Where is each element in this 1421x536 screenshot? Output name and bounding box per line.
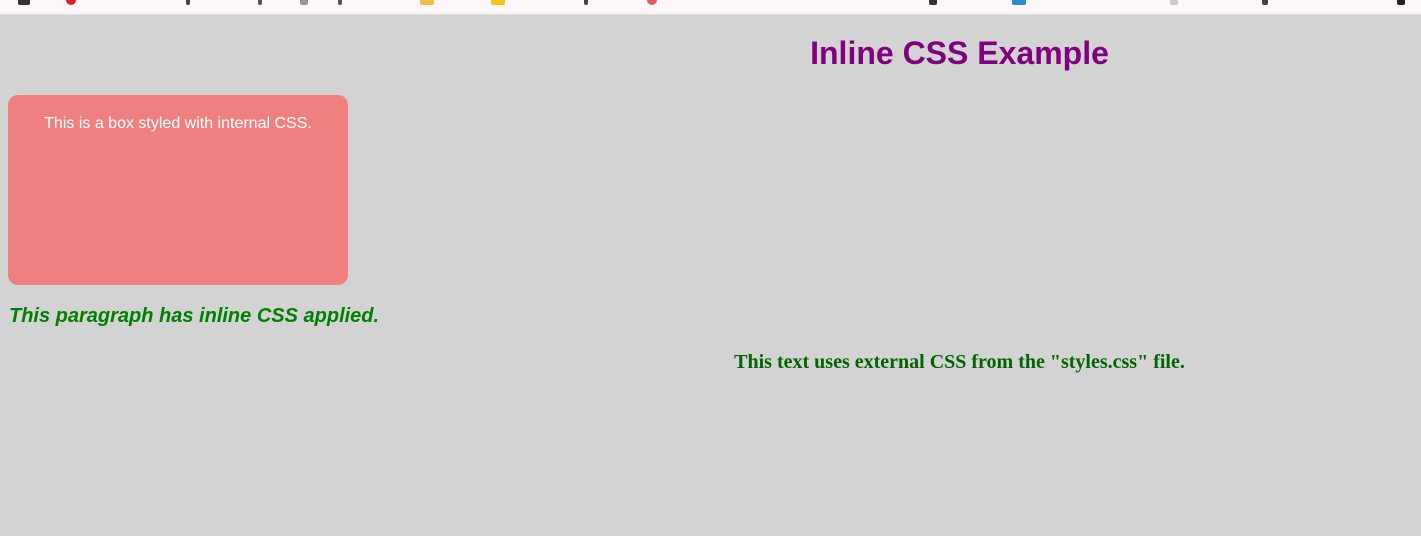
pinterest-icon[interactable] <box>66 0 76 5</box>
folder-icon[interactable] <box>491 0 505 5</box>
bookmark-icon[interactable] <box>186 0 190 5</box>
internal-css-box-text: This is a box styled with internal CSS. <box>44 115 312 132</box>
bookmark-icon[interactable] <box>1262 0 1268 5</box>
page-heading: Inline CSS Example <box>810 35 1109 71</box>
external-css-paragraph: This text uses external CSS from the "st… <box>734 351 1185 373</box>
bookmark-icon[interactable] <box>1012 0 1026 5</box>
bookmarks-bar <box>0 0 1421 15</box>
bookmark-icon[interactable] <box>258 0 262 5</box>
inline-css-paragraph: This paragraph has inline CSS applied. <box>9 305 380 327</box>
bookmark-icon[interactable] <box>1397 0 1405 5</box>
bookmark-icon[interactable] <box>338 0 342 5</box>
bookmark-icon[interactable] <box>1170 0 1178 5</box>
apps-icon[interactable] <box>18 0 30 5</box>
bookmark-icon[interactable] <box>929 0 937 5</box>
folder-icon[interactable] <box>420 0 434 5</box>
internal-css-box: This is a box styled with internal CSS. <box>8 95 348 285</box>
bookmark-icon[interactable] <box>647 0 657 5</box>
bookmark-icon[interactable] <box>300 0 308 5</box>
bookmark-icon[interactable] <box>584 0 588 5</box>
